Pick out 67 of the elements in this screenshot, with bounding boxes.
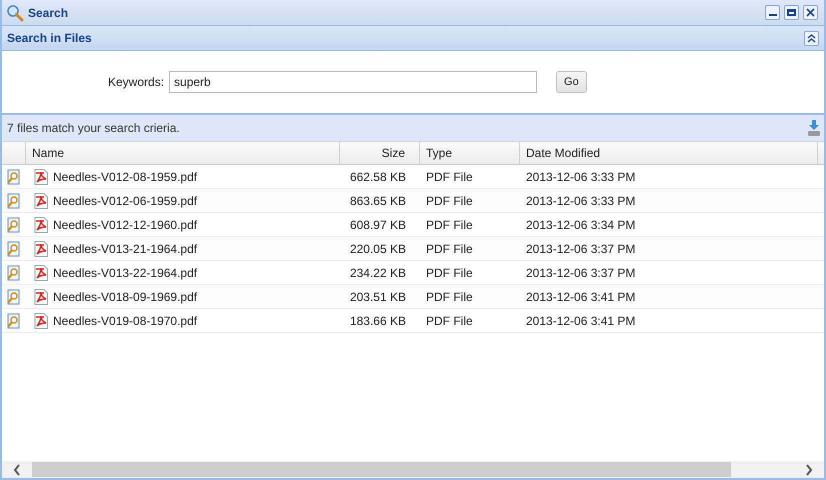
table-cell-text: 2013-12-06 3:37 PM bbox=[525, 264, 636, 282]
table-cell-text: PDF File bbox=[425, 288, 474, 306]
table-cell-text: 608.97 KB bbox=[348, 216, 407, 234]
column-header[interactable]: Name bbox=[26, 142, 340, 164]
file-name[interactable]: Needles-V013-22-1964.pdf bbox=[53, 264, 198, 282]
scrollbar-thumb[interactable] bbox=[32, 462, 731, 477]
table-cell-text: PDF File bbox=[425, 240, 474, 258]
keywords-label: Keywords: bbox=[108, 74, 164, 91]
preview-icon[interactable] bbox=[6, 168, 22, 184]
table-cell-text: 220.05 KB bbox=[348, 240, 407, 258]
close-button[interactable] bbox=[803, 5, 818, 20]
preview-icon[interactable] bbox=[6, 192, 22, 208]
table-row[interactable]: Needles-V018-09-1969.pdf 203.51 KB PDF File 2013-12-06 3:41 PM bbox=[2, 285, 824, 309]
go-button[interactable]: Go bbox=[556, 71, 587, 93]
scroll-right-icon[interactable] bbox=[805, 464, 813, 476]
table-cell-text: PDF File bbox=[425, 312, 474, 330]
results-summary: 7 files match your search crieria. bbox=[7, 120, 181, 137]
file-name[interactable]: Needles-V019-08-1970.pdf bbox=[53, 312, 198, 330]
double-chevron-up-icon bbox=[807, 34, 816, 42]
minimize-button[interactable] bbox=[765, 5, 780, 20]
table-cell-text: 2013-12-06 3:41 PM bbox=[525, 288, 636, 306]
preview-icon[interactable] bbox=[6, 240, 22, 256]
collapse-button[interactable] bbox=[804, 30, 819, 46]
file-name[interactable]: Needles-V012-12-1960.pdf bbox=[53, 216, 198, 234]
table-cell-text: 183.66 KB bbox=[348, 312, 407, 330]
section-title: Search in Files bbox=[7, 30, 93, 47]
pdf-file-icon bbox=[33, 168, 49, 184]
horizontal-scrollbar[interactable] bbox=[2, 461, 824, 478]
pdf-file-icon bbox=[33, 216, 49, 232]
table-row[interactable]: Needles-V012-06-1959.pdf 863.65 KB PDF File 2013-12-06 3:33 PM bbox=[2, 189, 824, 213]
table-cell-text: 2013-12-06 3:37 PM bbox=[525, 240, 636, 258]
table-cell-text: PDF File bbox=[425, 216, 474, 234]
table-cell-text: 662.58 KB bbox=[348, 168, 407, 186]
column-header[interactable]: Size bbox=[340, 142, 420, 164]
table-cell-text: PDF File bbox=[425, 168, 474, 186]
column-header[interactable]: Date Modified bbox=[520, 142, 818, 164]
table-cell-text: 2013-12-06 3:41 PM bbox=[525, 312, 636, 330]
table-cell-text: 203.51 KB bbox=[348, 288, 407, 306]
keywords-field[interactable]: superb bbox=[169, 71, 538, 93]
download-icon[interactable] bbox=[807, 120, 821, 136]
file-name[interactable]: Needles-V012-06-1959.pdf bbox=[53, 192, 198, 210]
pdf-file-icon bbox=[33, 264, 49, 280]
preview-icon[interactable] bbox=[6, 288, 22, 304]
maximize-button[interactable] bbox=[784, 5, 799, 20]
pdf-file-icon bbox=[33, 288, 49, 304]
file-name[interactable]: Needles-V013-21-1964.pdf bbox=[53, 240, 198, 258]
preview-icon[interactable] bbox=[6, 216, 22, 232]
table-cell-text: 2013-12-06 3:34 PM bbox=[525, 216, 636, 234]
window-title: Search bbox=[28, 4, 68, 22]
table-cell-text: PDF File bbox=[425, 192, 474, 210]
table-cell-text: 863.65 KB bbox=[348, 192, 407, 210]
preview-icon[interactable] bbox=[6, 312, 22, 328]
file-name[interactable]: Needles-V012-08-1959.pdf bbox=[53, 168, 198, 186]
close-icon bbox=[806, 8, 815, 17]
pdf-file-icon bbox=[33, 192, 49, 208]
table-cell-text: 2013-12-06 3:33 PM bbox=[525, 168, 636, 186]
column-header[interactable]: Type bbox=[420, 142, 520, 164]
table-cell-text: 234.22 KB bbox=[348, 264, 407, 282]
preview-icon[interactable] bbox=[6, 264, 22, 280]
file-name[interactable]: Needles-V018-09-1969.pdf bbox=[53, 288, 198, 306]
table-cell-text: 2013-12-06 3:33 PM bbox=[525, 192, 636, 210]
table-row[interactable]: Needles-V013-21-1964.pdf 220.05 KB PDF File 2013-12-06 3:37 PM bbox=[2, 237, 824, 261]
pdf-file-icon bbox=[33, 312, 49, 328]
table-cell-text: PDF File bbox=[425, 264, 474, 282]
scroll-left-icon[interactable] bbox=[13, 464, 21, 476]
search-icon bbox=[6, 4, 24, 22]
pdf-file-icon bbox=[33, 240, 49, 256]
